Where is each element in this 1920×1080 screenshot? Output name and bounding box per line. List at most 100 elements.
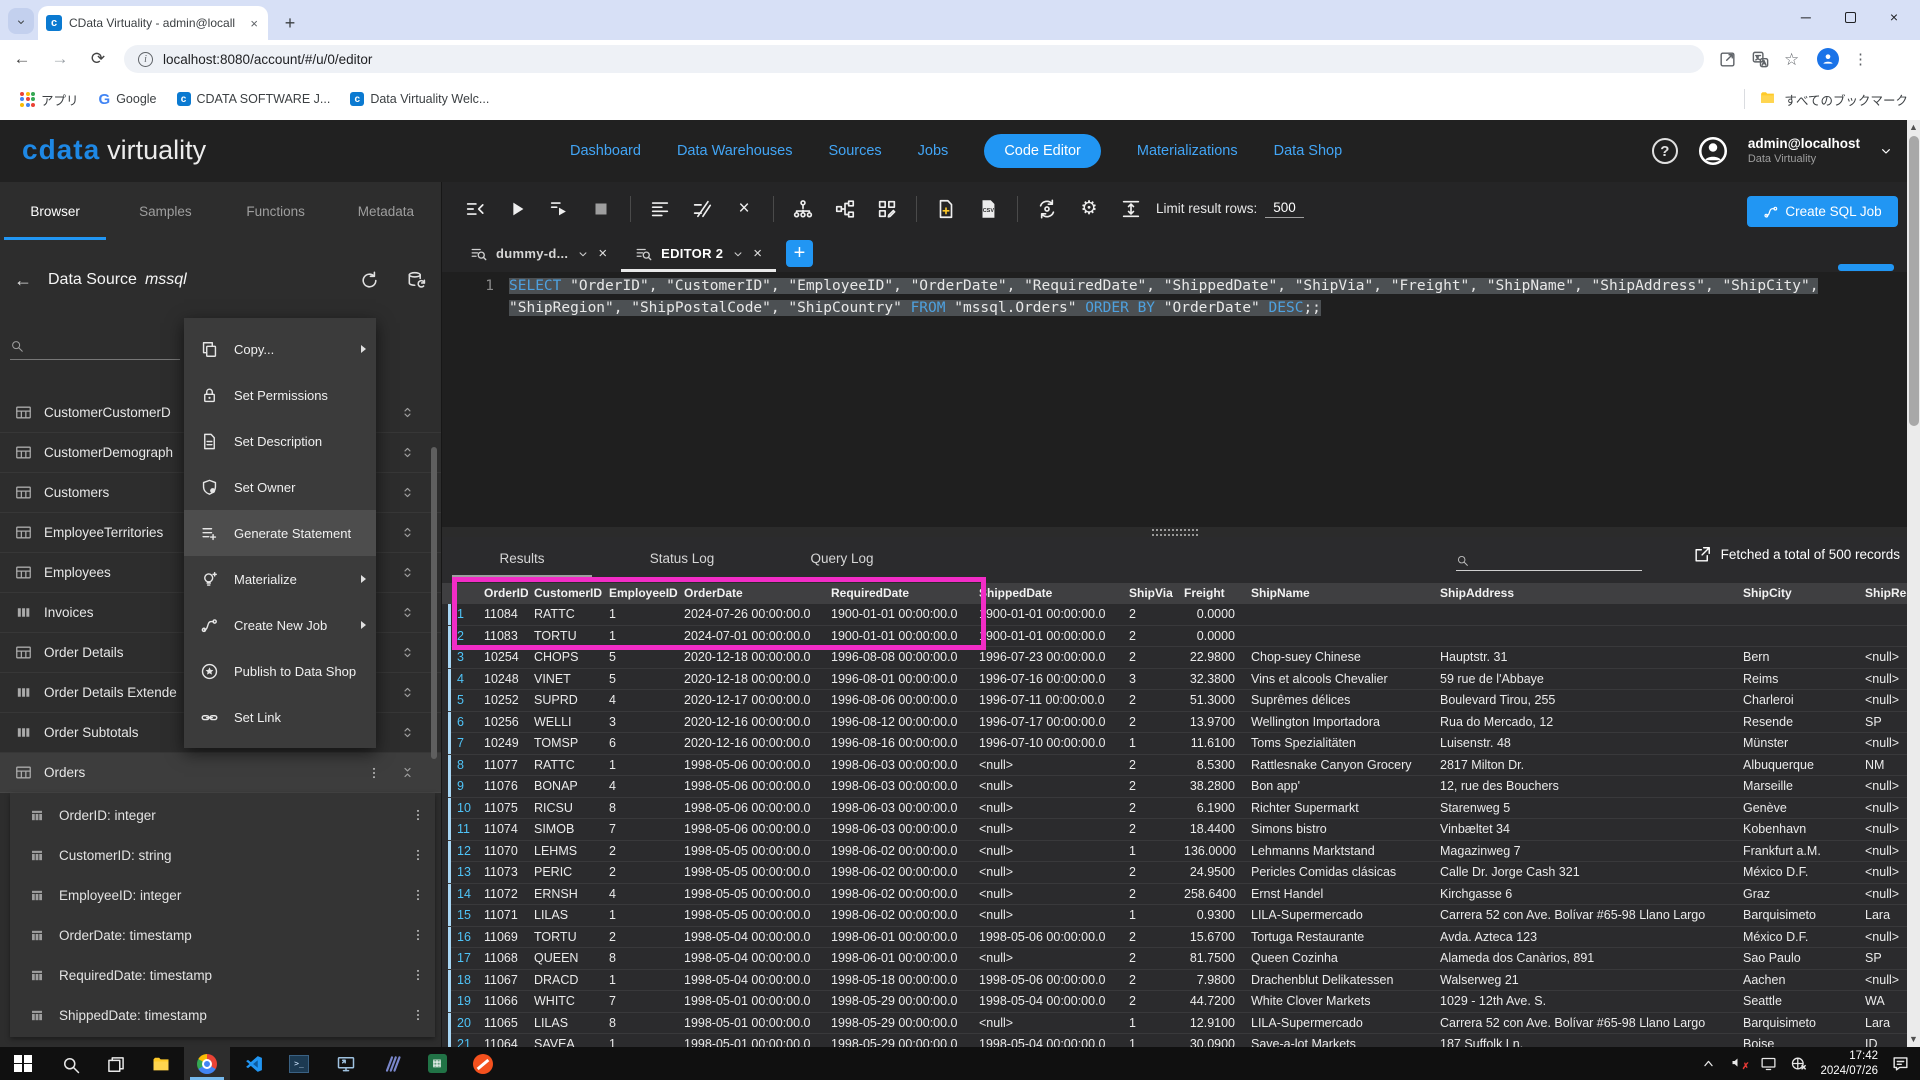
unformat-sql-icon[interactable] [691,198,713,220]
page-scrollbar[interactable]: ▲ ▼ [1907,120,1920,1047]
action-center-icon[interactable] [1891,1054,1910,1073]
tab-close-icon[interactable]: × [248,16,260,31]
export-csv-icon[interactable]: CSV [977,198,999,220]
results-tab-results[interactable]: Results [442,537,602,579]
window-minimize-button[interactable]: ─ [1801,9,1811,25]
kebab-menu-icon[interactable] [411,887,425,903]
scroll-up-icon[interactable]: ▲ [1909,123,1918,132]
expand-icon[interactable] [400,524,415,541]
header-cell-shipname[interactable]: ShipName [1245,583,1434,604]
header-cell-shipaddress[interactable]: ShipAddress [1434,583,1737,604]
scroll-down-icon[interactable]: ▼ [1909,1035,1918,1044]
kebab-menu-icon[interactable] [411,927,425,943]
table-row[interactable]: 310254CHOPS52020-12-18 00:00:00.01996-08… [448,647,1908,669]
context-menu-item-materialize[interactable]: Materialize [184,556,376,602]
table-row[interactable]: 1611069TORTU21998-05-04 00:00:00.01998-0… [448,927,1908,949]
bookmark-item[interactable]: GGoogle [91,91,165,108]
user-menu-chevron-icon[interactable] [1878,143,1894,159]
row-number[interactable]: 12 [448,841,478,862]
table-row[interactable]: 610256WELLI32020-12-16 00:00:00.01996-08… [448,712,1908,734]
table-row[interactable]: 1211070LEHMS21998-05-05 00:00:00.01998-0… [448,841,1908,863]
nav-item-materializations[interactable]: Materializations [1137,143,1238,159]
results-tab-query-log[interactable]: Query Log [762,537,922,579]
kebab-menu-icon[interactable] [411,847,425,863]
header-cell-shipcity[interactable]: ShipCity [1737,583,1859,604]
browser-tab[interactable]: c CData Virtuality - admin@locall × [38,6,268,40]
window-restore-button[interactable] [1845,12,1856,23]
spreadsheet-taskbar-button[interactable]: ▦ [414,1047,460,1080]
help-icon[interactable]: ? [1652,138,1678,164]
forward-button[interactable]: → [48,49,72,69]
context-menu-item-copy-[interactable]: Copy... [184,326,376,372]
nav-item-sources[interactable]: Sources [828,143,881,159]
row-number[interactable]: 4 [448,669,478,690]
table-row[interactable]: 1311073PERIC21998-05-05 00:00:00.01998-0… [448,862,1908,884]
data-lineage-icon[interactable] [834,198,856,220]
bookmark-star-icon[interactable]: ☆ [1784,50,1803,69]
results-search-input[interactable] [1456,545,1642,571]
url-bar[interactable]: i localhost:8080/account/#/u/0/editor [124,45,1704,73]
file-explorer-button[interactable] [138,1047,184,1080]
new-file-icon[interactable] [935,198,957,220]
table-row[interactable]: 911076BONAP41998-05-06 00:00:00.01998-06… [448,776,1908,798]
row-number[interactable]: 16 [448,927,478,948]
context-menu-item-set-owner[interactable]: Set Owner [184,464,376,510]
nav-item-data-shop[interactable]: Data Shop [1274,143,1343,159]
context-menu-item-publish-to-data-shop[interactable]: Publish to Data Shop [184,648,376,694]
row-number[interactable]: 7 [448,733,478,754]
browser-menu-icon[interactable]: ⋮ [1853,50,1868,68]
editor-tab-editor2[interactable]: EDITOR 2 × [621,235,776,272]
network-disconnected-icon[interactable] [1790,1055,1807,1072]
volume-muted-icon[interactable]: ✗ [1730,1055,1747,1072]
orange-app-taskbar-button[interactable] [460,1047,506,1080]
header-cell-freight[interactable]: Freight [1178,583,1245,604]
open-in-new-icon[interactable] [1718,50,1737,69]
limit-rows-input[interactable]: 500 [1265,200,1304,218]
sidebar-item-orders[interactable]: Orders [0,753,441,793]
window-close-button[interactable]: × [1890,9,1898,25]
site-info-icon[interactable]: i [138,52,153,67]
collapse-icon[interactable] [400,764,415,781]
sidebar-tab-browser[interactable]: Browser [0,182,110,240]
row-number[interactable]: 17 [448,948,478,969]
expand-icon[interactable] [400,404,415,421]
run-icon[interactable] [506,198,528,220]
table-row[interactable]: 1411072ERNSH41998-05-05 00:00:00.01998-0… [448,884,1908,906]
header-cell-shippeddate[interactable]: ShippedDate [973,583,1123,604]
table-row[interactable]: 1911066WHITC71998-05-01 00:00:00.01998-0… [448,991,1908,1013]
table-row[interactable]: 811077RATTC11998-05-06 00:00:00.01998-06… [448,755,1908,777]
table-row[interactable]: 1811067DRACD11998-05-04 00:00:00.01998-0… [448,970,1908,992]
nav-item-jobs[interactable]: Jobs [918,143,949,159]
back-arrow-icon[interactable]: ← [14,270,34,290]
create-sql-job-button[interactable]: Create SQL Job [1747,196,1898,227]
row-number[interactable]: 6 [448,712,478,733]
refresh-icon[interactable] [359,270,380,291]
bookmark-item[interactable]: cData Virtuality Welc... [342,92,497,106]
column-item-shippeddate[interactable]: ShippedDate: timestamp [10,995,435,1035]
header-cell-shipvia[interactable]: ShipVia [1123,583,1178,604]
header-cell-shipregio[interactable]: ShipRegio [1859,583,1908,604]
row-number[interactable]: 13 [448,862,478,883]
row-number[interactable]: 8 [448,755,478,776]
stop-icon[interactable] [590,198,612,220]
table-row[interactable]: 510252SUPRD42020-12-17 00:00:00.01996-08… [448,690,1908,712]
expand-icon[interactable] [400,604,415,621]
row-number[interactable]: 20 [448,1013,478,1034]
context-menu-item-generate-statement[interactable]: Generate Statement [184,510,376,556]
bookmark-item[interactable]: アプリ [12,90,87,109]
sidebar-search-input[interactable] [10,332,180,360]
context-menu-item-set-permissions[interactable]: Set Permissions [184,372,376,418]
chevron-down-icon[interactable] [576,247,590,261]
app-logo[interactable]: cdata virtuality [22,134,206,166]
nav-item-data-warehouses[interactable]: Data Warehouses [677,143,793,159]
search-replace-icon[interactable] [1036,198,1058,220]
browser-profile-avatar[interactable] [1817,48,1839,70]
row-number[interactable]: 19 [448,991,478,1012]
db-refresh-icon[interactable] [406,270,427,291]
row-number[interactable]: 10 [448,798,478,819]
new-tab-button[interactable]: + [278,11,302,35]
tab-search-button[interactable] [8,8,34,34]
nav-item-code-editor[interactable]: Code Editor [984,134,1101,168]
taskbar-search-button[interactable] [46,1047,92,1080]
sidebar-scrollbar[interactable] [431,447,437,759]
